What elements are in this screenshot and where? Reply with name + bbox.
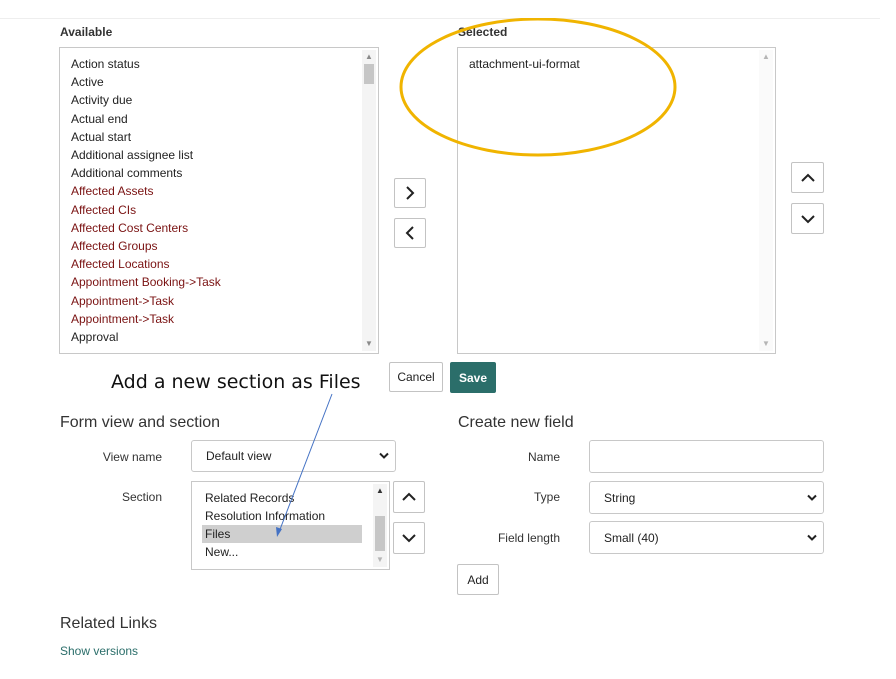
- available-item[interactable]: Affected Groups: [71, 237, 221, 255]
- move-up-button[interactable]: [791, 162, 824, 193]
- available-item[interactable]: Actual end: [71, 110, 221, 128]
- type-label: Type: [533, 490, 560, 504]
- type-value: String: [604, 490, 636, 505]
- type-select[interactable]: String: [589, 481, 824, 514]
- scroll-down-icon[interactable]: ▼: [362, 339, 376, 349]
- available-item[interactable]: Appointment->Task: [71, 292, 221, 310]
- field-length-label: Field length: [497, 531, 560, 545]
- available-item[interactable]: Affected Cost Centers: [71, 219, 221, 237]
- chevron-down-icon: [807, 534, 817, 541]
- scroll-up-icon[interactable]: ▲: [362, 52, 376, 62]
- annotation-arrow: [276, 393, 333, 537]
- section-scrollbar[interactable]: ▲ ▼: [373, 484, 387, 567]
- selected-scrollbar[interactable]: ▲ ▼: [759, 50, 773, 351]
- cancel-button[interactable]: Cancel: [389, 362, 443, 392]
- scroll-up-icon[interactable]: ▲: [759, 52, 773, 62]
- available-item[interactable]: Affected Assets: [71, 182, 221, 200]
- add-field-button[interactable]: Add: [457, 564, 499, 595]
- chevron-down-icon: [800, 214, 815, 223]
- scroll-down-icon[interactable]: ▼: [373, 555, 387, 565]
- available-list[interactable]: Action status Active Activity due Actual en…: [59, 47, 379, 354]
- field-length-value: Small (40): [604, 530, 659, 545]
- scroll-thumb[interactable]: [375, 516, 385, 551]
- move-down-button[interactable]: [791, 203, 824, 234]
- section-move-down-button[interactable]: [393, 522, 425, 554]
- available-item[interactable]: Activity due: [71, 91, 221, 109]
- remove-from-selected-button[interactable]: [394, 218, 426, 248]
- chevron-down-icon: [402, 534, 416, 543]
- chevron-right-icon: [406, 186, 415, 200]
- available-items: Action status Active Activity due Actual en…: [71, 55, 221, 346]
- available-item[interactable]: Appointment Booking->Task: [71, 273, 221, 291]
- available-scrollbar[interactable]: ▲ ▼: [362, 50, 376, 351]
- section-label: Section: [121, 490, 162, 504]
- form-view-heading: Form view and section: [60, 414, 221, 431]
- section-move-up-button[interactable]: [393, 481, 425, 513]
- available-item[interactable]: Actual start: [71, 128, 221, 146]
- chevron-left-icon: [405, 226, 414, 240]
- view-name-value: Default view: [206, 449, 272, 463]
- name-input[interactable]: [589, 440, 824, 473]
- chevron-down-icon: [379, 452, 389, 459]
- view-name-label: View name: [102, 450, 162, 464]
- available-item[interactable]: Action status: [71, 55, 221, 73]
- show-versions-link[interactable]: Show versions: [60, 644, 138, 658]
- available-item[interactable]: Additional assignee list: [71, 146, 221, 164]
- chevron-up-icon: [800, 173, 815, 182]
- available-item[interactable]: Affected Locations: [71, 255, 221, 273]
- available-item[interactable]: Approval: [71, 328, 221, 346]
- field-length-select[interactable]: Small (40): [589, 521, 824, 554]
- scroll-down-icon[interactable]: ▼: [759, 339, 773, 349]
- scroll-thumb[interactable]: [364, 64, 374, 84]
- add-to-selected-button[interactable]: [394, 178, 426, 208]
- name-label: Name: [527, 450, 560, 464]
- highlight-ellipse: [399, 18, 677, 157]
- section-item[interactable]: New...: [202, 543, 362, 561]
- save-button[interactable]: Save: [450, 362, 496, 393]
- scroll-up-icon[interactable]: ▲: [373, 486, 387, 496]
- available-item[interactable]: Additional comments: [71, 164, 221, 182]
- chevron-down-icon: [807, 494, 817, 501]
- create-field-heading: Create new field: [458, 414, 574, 431]
- chevron-up-icon: [402, 492, 416, 501]
- available-label: Available: [60, 25, 113, 39]
- available-item[interactable]: Affected CIs: [71, 201, 221, 219]
- available-item[interactable]: Appointment->Task: [71, 310, 221, 328]
- related-links-heading: Related Links: [60, 615, 157, 632]
- available-item[interactable]: Active: [71, 73, 221, 91]
